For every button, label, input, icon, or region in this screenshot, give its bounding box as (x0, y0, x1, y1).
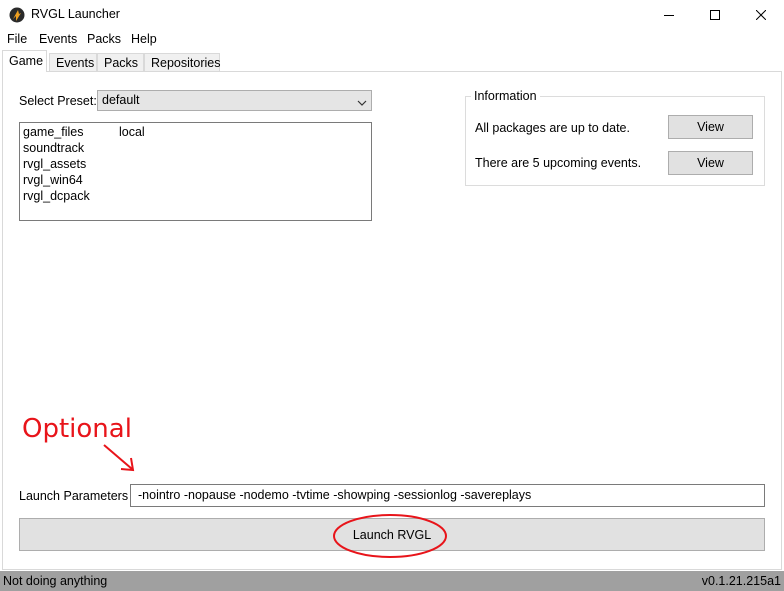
list-item[interactable]: soundtrack (23, 141, 84, 157)
status-text: Not doing anything (3, 574, 108, 588)
tab-game[interactable]: Game (2, 50, 47, 72)
events-status-text: There are 5 upcoming events. (475, 156, 642, 170)
status-bar: Not doing anything v0.1.21.215a1 (0, 571, 784, 591)
close-button[interactable] (738, 0, 784, 30)
list-item[interactable]: rvgl_assets (23, 157, 86, 173)
tab-events[interactable]: Events (49, 53, 97, 72)
menu-bar: File Events Packs Help (0, 30, 784, 50)
information-title: Information (471, 89, 540, 103)
annotation-ellipse-icon (333, 514, 447, 558)
maximize-icon (710, 10, 720, 20)
annotation-arrow-icon (103, 444, 135, 472)
preset-dropdown[interactable]: default (97, 90, 372, 111)
close-icon (756, 10, 766, 20)
menu-events[interactable]: Events (39, 32, 77, 46)
preset-value: default (102, 93, 140, 107)
select-preset-label: Select Preset: (19, 94, 97, 108)
rvgl-logo-icon (9, 7, 25, 23)
chevron-down-icon (357, 96, 367, 110)
launch-parameters-value: -nointro -nopause -nodemo -tvtime -showp… (138, 488, 532, 502)
list-item[interactable]: rvgl_win64 (23, 173, 83, 189)
package-list[interactable]: game_files local soundtrack rvgl_assets r… (19, 122, 372, 221)
launch-parameters-label: Launch Parameters (19, 489, 129, 503)
menu-help[interactable]: Help (131, 32, 157, 46)
menu-file[interactable]: File (7, 32, 27, 46)
version-text: v0.1.21.215a1 (701, 574, 781, 588)
maximize-button[interactable] (692, 0, 738, 30)
tab-strip: Game Events Packs Repositories (0, 50, 784, 72)
view-events-button[interactable]: View (668, 151, 753, 175)
tab-packs[interactable]: Packs (97, 53, 144, 72)
launch-parameters-input[interactable]: -nointro -nopause -nodemo -tvtime -showp… (130, 484, 765, 507)
packages-status-text: All packages are up to date. (475, 121, 630, 135)
list-item[interactable]: game_files local (23, 125, 145, 141)
window-title: RVGL Launcher (31, 7, 120, 21)
view-packages-button[interactable]: View (668, 115, 753, 139)
minimize-icon (664, 15, 674, 16)
menu-packs[interactable]: Packs (87, 32, 121, 46)
title-bar: RVGL Launcher (0, 0, 784, 30)
tab-repositories[interactable]: Repositories (144, 53, 220, 72)
minimize-button[interactable] (646, 0, 692, 30)
optional-annotation: Optional (22, 414, 132, 444)
list-item[interactable]: rvgl_dcpack (23, 189, 90, 205)
